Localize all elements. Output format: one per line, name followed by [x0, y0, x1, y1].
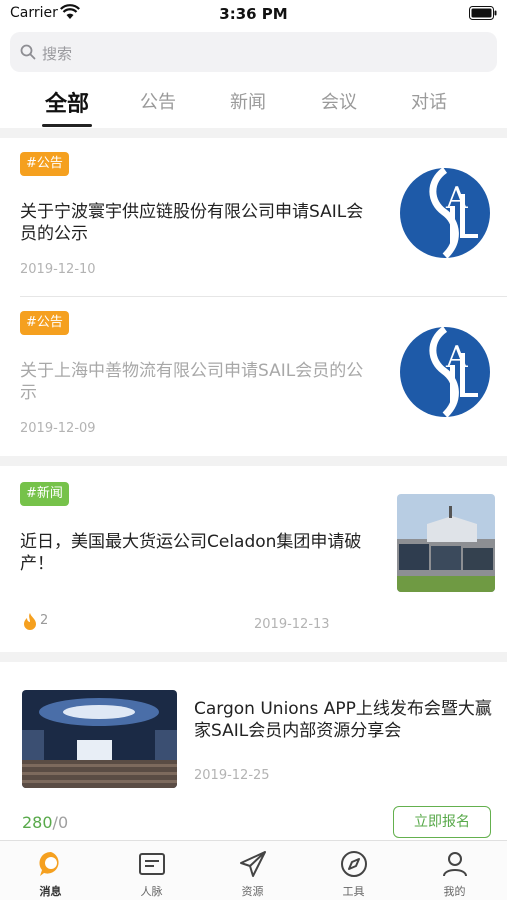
hot-count: 2: [40, 613, 49, 628]
active-tab-indicator: [42, 124, 92, 127]
notice-tag: #公告: [20, 311, 69, 335]
compass-icon: [341, 851, 367, 877]
tab-notice[interactable]: 公告: [113, 88, 203, 114]
category-tabs: 全部 公告 新闻 会议 对话: [0, 80, 507, 128]
bottom-tab-bar: 消息 人脉 资源 工具 我的: [0, 840, 507, 900]
fire-icon: [24, 613, 36, 630]
tabbar-item-tools[interactable]: 工具: [303, 847, 404, 900]
tabbar-label: 工具: [342, 885, 365, 898]
search-input[interactable]: 搜索: [10, 32, 497, 72]
tabbar-item-me[interactable]: 我的: [404, 847, 505, 900]
signup-button[interactable]: 立即报名: [393, 806, 491, 838]
sail-logo-image: A: [400, 327, 490, 417]
truck-photo: [397, 494, 495, 592]
tabbar-label: 我的: [443, 885, 466, 898]
section-divider: [0, 128, 507, 138]
tab-meeting[interactable]: 会议: [294, 88, 384, 114]
feed-item-notice[interactable]: #公告 关于宁波寰宇供应链股份有限公司申请SAIL会员的公示 2019-12-1…: [0, 138, 507, 296]
tabbar-item-resources[interactable]: 资源: [202, 847, 303, 900]
message-icon: [39, 851, 59, 876]
signup-count-total: /0: [52, 813, 69, 832]
section-divider: [0, 652, 507, 662]
feed-item-date: 2019-12-13: [254, 617, 330, 632]
feed-item-date: 2019-12-10: [20, 262, 96, 277]
tabbar-label: 资源: [241, 885, 264, 898]
tab-all[interactable]: 全部: [22, 86, 112, 118]
paper-plane-icon: [240, 851, 266, 877]
status-bar: Carrier 3:36 PM: [0, 0, 507, 28]
tabbar-item-messages[interactable]: 消息: [0, 847, 101, 900]
feed-item-title: Cargon Unions APP上线发布会暨大赢家SAIL会员内部资源分享会: [194, 699, 492, 741]
feed-item-news[interactable]: #新闻 近日，美国最大货运公司Celadon集团申请破产！ 2 2019-12-…: [0, 466, 507, 651]
battery-icon: [469, 6, 497, 20]
sail-logo-image: A: [400, 168, 490, 258]
tab-dialogue[interactable]: 对话: [384, 88, 474, 114]
tabbar-item-contacts[interactable]: 人脉: [101, 847, 202, 900]
tabbar-label: 消息: [39, 885, 62, 898]
tabbar-label: 人脉: [140, 885, 163, 898]
notice-tag: #公告: [20, 152, 69, 176]
user-icon: [443, 852, 467, 877]
status-time: 3:36 PM: [219, 5, 288, 23]
contacts-card-icon: [139, 853, 165, 875]
feed-item-meeting[interactable]: Cargon Unions APP上线发布会暨大赢家SAIL会员内部资源分享会 …: [0, 662, 507, 840]
feed-item-title: 关于上海中善物流有限公司申请SAIL会员的公示: [20, 361, 364, 403]
signup-count: 280/0: [22, 813, 68, 832]
feed-item-title: 近日，美国最大货运公司Celadon集团申请破产！: [20, 532, 362, 574]
search-icon: [20, 44, 36, 60]
feed-item-date: 2019-12-09: [20, 421, 96, 436]
signup-count-value: 280: [22, 813, 53, 832]
search-placeholder: 搜索: [42, 45, 73, 63]
feed-item-notice[interactable]: #公告 关于上海中善物流有限公司申请SAIL会员的公示 2019-12-09 A: [0, 297, 507, 455]
feed-item-title: 关于宁波寰宇供应链股份有限公司申请SAIL会员的公示: [20, 202, 364, 244]
section-divider: [0, 456, 507, 466]
tab-news[interactable]: 新闻: [203, 88, 293, 114]
conference-hall-photo: [22, 690, 177, 788]
news-tag: #新闻: [20, 482, 69, 506]
feed-item-date: 2019-12-25: [194, 768, 270, 783]
